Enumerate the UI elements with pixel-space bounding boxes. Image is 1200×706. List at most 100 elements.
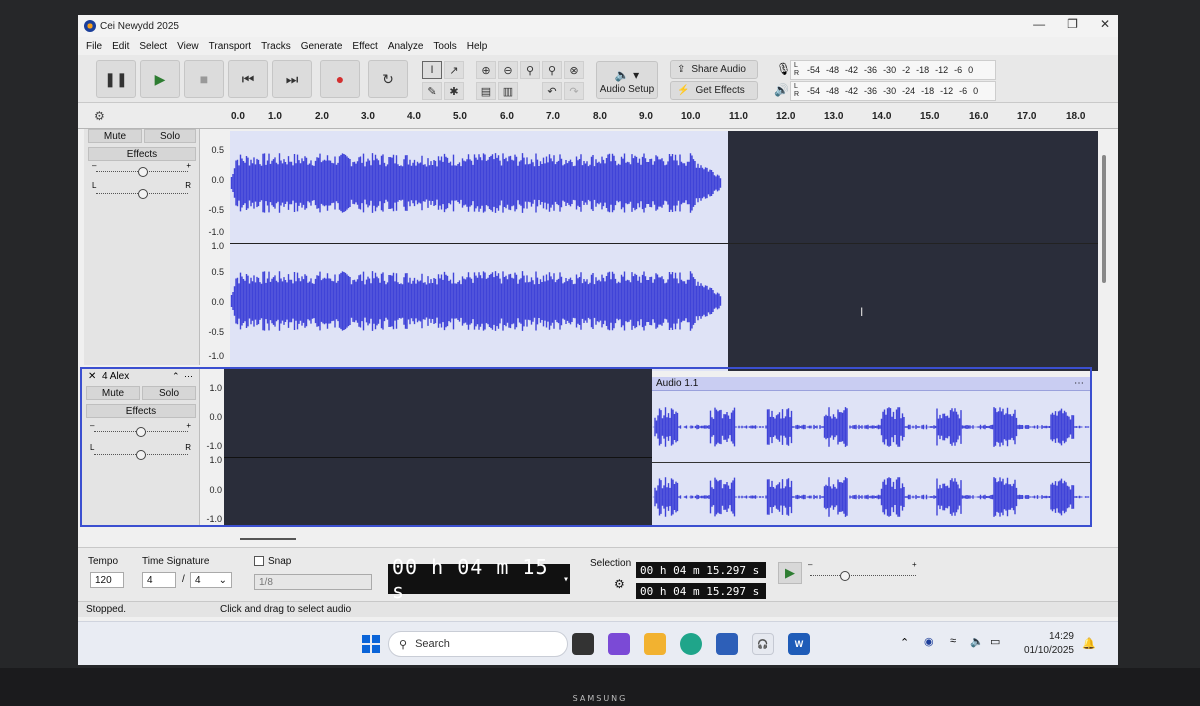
zoom-out-button[interactable]: ⊖ — [498, 61, 518, 79]
m365-icon[interactable] — [608, 633, 630, 655]
minimize-icon[interactable]: — — [1033, 17, 1045, 31]
volume-icon[interactable]: 🔈 — [970, 635, 984, 648]
time-sig-denominator[interactable]: 4 ⌄ — [190, 572, 232, 588]
timeline-settings-icon[interactable]: ⚙ — [94, 109, 105, 123]
close-icon[interactable]: ✕ — [1100, 17, 1110, 31]
audio-setup-button[interactable]: 🔈 ▾ Audio Setup — [596, 61, 658, 99]
play-at-speed-button[interactable]: ▶ — [778, 562, 802, 584]
pause-button[interactable]: ❚❚ — [96, 60, 136, 98]
stop-button[interactable]: ■ — [184, 60, 224, 98]
fit-project-button[interactable]: ⚲ — [542, 61, 562, 79]
track-1-pan-slider[interactable] — [96, 188, 188, 200]
solo-label: Solo — [158, 387, 179, 399]
loop-button[interactable]: ↻ — [368, 60, 408, 98]
menu-view[interactable]: View — [177, 41, 199, 52]
zoom-in-button[interactable]: ⊕ — [476, 61, 496, 79]
time-sig-numerator[interactable]: 4 — [142, 572, 176, 588]
get-effects-button[interactable]: ⚡ Get Effects — [670, 81, 758, 100]
play-button[interactable]: ▶ — [140, 60, 180, 98]
zoom-toggle-button[interactable]: ⊗ — [564, 61, 584, 79]
microphone-icon[interactable]: 🎙 — [776, 62, 791, 76]
store-icon[interactable] — [716, 633, 738, 655]
menu-generate[interactable]: Generate — [301, 41, 343, 52]
edge-icon[interactable] — [680, 633, 702, 655]
mute-label: Mute — [103, 130, 127, 142]
track-2-name[interactable]: 4 Alex — [102, 371, 129, 382]
meter-tick: -18 — [916, 65, 930, 75]
selection-tool-button[interactable]: I — [422, 61, 442, 79]
taskbar-clock[interactable]: 14:29 01/10/2025 — [1024, 630, 1074, 658]
track-2-header[interactable]: ✕ 4 Alex ⌃ ⋯ Mute Solo Effects – + L R — [82, 369, 200, 525]
track-1-header[interactable]: Mute Solo Effects – + L R — [84, 129, 200, 365]
draw-tool-button[interactable]: ✎ — [422, 82, 442, 100]
meter-tick: -12 — [940, 86, 954, 96]
menu-file[interactable]: File — [86, 41, 102, 52]
meter-tick: -54 — [807, 86, 821, 96]
track-2-pan-slider[interactable] — [94, 449, 188, 461]
track-menu-icon[interactable]: ⋯ — [184, 371, 193, 382]
selection-end[interactable]: 00 h 04 m 15.297 s — [636, 583, 766, 599]
play-speed-slider[interactable] — [810, 570, 916, 582]
time-display[interactable]: 00 h 04 m 15 s ▾ — [388, 555, 570, 603]
clip-title-bar[interactable]: Audio 1.1 ⋯ — [652, 377, 1090, 391]
skip-start-button[interactable]: ⏮ — [228, 60, 268, 98]
redo-button[interactable]: ↷ — [564, 82, 584, 100]
ruler-tick: 17.0 — [1017, 111, 1037, 122]
speaker-volume-icon[interactable]: 🔊 — [774, 83, 789, 97]
track-2-effects-button[interactable]: Effects — [86, 404, 196, 418]
battery-icon[interactable]: ▭ — [990, 635, 1000, 648]
menu-help[interactable]: Help — [467, 41, 488, 52]
playback-meter[interactable]: LR -54 -48 -42 -36 -30 -24 -18 -12 -6 0 — [790, 81, 996, 101]
selection-settings-icon[interactable]: ⚙ — [614, 577, 625, 591]
track-1-empty-area[interactable] — [728, 131, 1098, 371]
track-1-gain-slider[interactable] — [96, 166, 188, 178]
vertical-scrollbar[interactable] — [1102, 155, 1106, 283]
track-2-gain-slider[interactable] — [94, 426, 188, 438]
trim-button[interactable]: ▤ — [476, 82, 496, 100]
menu-transport[interactable]: Transport — [209, 41, 251, 52]
skip-end-button[interactable]: ⏭ — [272, 60, 312, 98]
track-2-close-icon[interactable]: ✕ — [88, 371, 96, 382]
track-1-effects-button[interactable]: Effects — [88, 147, 196, 161]
menu-tools[interactable]: Tools — [433, 41, 456, 52]
tempo-input[interactable]: 120 — [90, 572, 124, 588]
restore-icon[interactable]: ❐ — [1067, 17, 1078, 31]
track-1-mute-button[interactable]: Mute — [88, 129, 142, 143]
collapse-icon[interactable]: ⌃ — [172, 371, 180, 382]
track-2-empty-area[interactable] — [224, 369, 652, 525]
envelope-tool-button[interactable]: ↗ — [444, 61, 464, 79]
fit-selection-button[interactable]: ⚲ — [520, 61, 540, 79]
snap-checkbox[interactable] — [254, 556, 264, 566]
menu-select[interactable]: Select — [139, 41, 167, 52]
selection-start[interactable]: 00 h 04 m 15.297 s — [636, 562, 766, 578]
menu-effect[interactable]: Effect — [352, 41, 377, 52]
undo-button[interactable]: ↶ — [542, 82, 562, 100]
menu-edit[interactable]: Edit — [112, 41, 129, 52]
snap-select[interactable]: 1/8 — [254, 574, 372, 590]
clip-menu-icon[interactable]: ⋯ — [1074, 377, 1084, 390]
audacity-taskbar-icon[interactable]: 🎧 — [752, 633, 774, 655]
task-view-icon[interactable] — [572, 633, 594, 655]
taskbar-search[interactable]: ⚲ Search — [388, 631, 568, 657]
file-explorer-icon[interactable] — [644, 633, 666, 655]
track-2-mute-button[interactable]: Mute — [86, 386, 140, 400]
horizontal-scrollbar[interactable] — [240, 538, 296, 540]
record-button[interactable]: ● — [320, 60, 360, 98]
multi-tool-button[interactable]: ✱ — [444, 82, 464, 100]
start-icon[interactable] — [362, 635, 380, 653]
share-audio-button[interactable]: ⇪ Share Audio — [670, 60, 758, 79]
scale-label: -1.0 — [206, 441, 222, 451]
record-meter[interactable]: LR -54 -48 -42 -36 -30 -2 -18 -12 -6 0 — [790, 60, 996, 80]
word-icon[interactable]: W — [788, 633, 810, 655]
timeline-ruler[interactable]: ⚙ 0.0 1.0 2.0 3.0 4.0 5.0 6.0 7.0 8.0 9.… — [78, 103, 1118, 129]
track-2-solo-button[interactable]: Solo — [142, 386, 196, 400]
sync-icon[interactable]: ◉ — [924, 635, 934, 648]
status-bar: Stopped. Click and drag to select audio — [78, 601, 1118, 617]
track-1-solo-button[interactable]: Solo — [144, 129, 196, 143]
notification-icon[interactable]: 🔔 — [1082, 637, 1096, 650]
menu-analyze[interactable]: Analyze — [388, 41, 424, 52]
silence-button[interactable]: ▥ — [498, 82, 518, 100]
show-hidden-icons-icon[interactable]: ⌃ — [900, 636, 909, 649]
wifi-icon[interactable]: ≈ — [950, 635, 956, 647]
menu-tracks[interactable]: Tracks — [261, 41, 291, 52]
